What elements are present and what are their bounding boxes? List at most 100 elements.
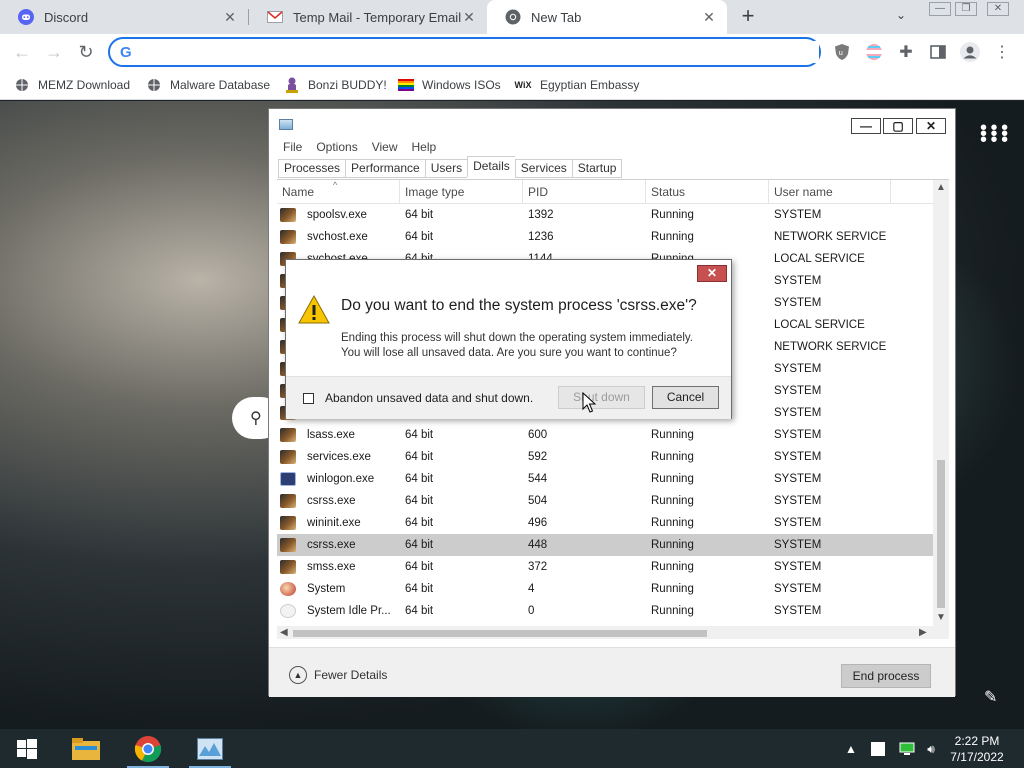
bookmark-bonzi-buddy[interactable]: Bonzi BUDDY! [284, 76, 387, 94]
search-icon: ⚲ [250, 410, 262, 427]
scroll-up-arrow-icon[interactable]: ▲ [936, 182, 946, 193]
dialog-footer: Abandon unsaved data and shut down. Shut… [286, 376, 731, 419]
bookmark-egyptian-embassy[interactable]: WiX Egyptian Embassy [514, 76, 640, 94]
menu-view[interactable]: View [372, 140, 398, 156]
browser-tab-strip: Discord ✕ Temp Mail - Temporary Email ✕ … [0, 0, 1024, 34]
tab-search-chevron-icon[interactable]: ⌄ [896, 8, 906, 22]
shut-down-button[interactable]: Shut down [558, 386, 645, 409]
tab-processes[interactable]: Processes [278, 159, 346, 178]
task-manager-titlebar[interactable]: — ▢ ✕ [269, 109, 955, 139]
restore-window-button[interactable]: ❐ [955, 2, 977, 16]
cell-user-name: SYSTEM [774, 275, 822, 287]
volume-speaker-icon[interactable]: 🔊︎ [922, 740, 940, 758]
cell-image-type: 64 bit [405, 517, 434, 529]
menu-options[interactable]: Options [316, 140, 357, 156]
flag-extension-icon[interactable] [864, 42, 884, 62]
scroll-down-arrow-icon[interactable]: ▼ [936, 612, 946, 623]
vertical-scrollbar[interactable]: ▲ ▼ [933, 180, 949, 626]
scroll-left-arrow-icon[interactable]: ◀ [280, 626, 288, 639]
tab-discord[interactable]: Discord ✕ [0, 0, 248, 34]
chrome-icon [134, 735, 162, 762]
google-apps-grid-icon[interactable]: • • • • • • • • • [980, 118, 1008, 150]
back-arrow-icon[interactable]: ← [10, 41, 34, 63]
reload-icon[interactable]: ↻ [74, 41, 98, 63]
table-row[interactable]: lsass.exe 64 bit 600 Running SYSTEM [277, 424, 933, 446]
tab-close-icon[interactable]: ✕ [701, 9, 717, 26]
ublock-shield-icon[interactable]: u [832, 42, 852, 62]
address-bar[interactable]: G [108, 37, 821, 67]
tab-startup[interactable]: Startup [571, 159, 623, 178]
table-row[interactable]: spoolsv.exe 64 bit 1392 Running SYSTEM [277, 204, 933, 226]
system-clock[interactable]: 2:22 PM 7/17/2022 [942, 733, 1012, 765]
abandon-data-checkbox-label[interactable]: Abandon unsaved data and shut down. [325, 391, 533, 405]
more-menu-icon[interactable]: ⋮ [992, 42, 1012, 62]
column-header-user-name[interactable]: User name [769, 180, 891, 204]
bookmark-windows-isos[interactable]: Windows ISOs [398, 76, 501, 94]
tm-menu-bar: File Options View Help [283, 140, 436, 156]
dialog-close-button[interactable]: ✕ [697, 265, 727, 282]
sort-ascending-icon: ^ [333, 180, 338, 190]
action-center-icon[interactable] [870, 740, 886, 758]
profile-avatar-icon[interactable] [960, 42, 980, 62]
table-row[interactable]: csrss.exe 64 bit 448 Running SYSTEM [277, 534, 933, 556]
tab-details[interactable]: Details [467, 156, 515, 177]
tab-temp-mail[interactable]: Temp Mail - Temporary Email ✕ [249, 0, 487, 34]
table-row[interactable]: System Idle Pr... 64 bit 0 Running SYSTEM [277, 600, 933, 622]
cell-image-type: 64 bit [405, 451, 434, 463]
abandon-data-checkbox[interactable] [303, 393, 314, 404]
scrollbar-thumb[interactable] [937, 460, 945, 608]
dialog-message-line: You will lose all unsaved data. Are you … [341, 347, 677, 359]
menu-help[interactable]: Help [412, 140, 437, 156]
table-row[interactable]: winlogon.exe 64 bit 544 Running SYSTEM [277, 468, 933, 490]
tab-users[interactable]: Users [424, 159, 468, 178]
table-row[interactable]: csrss.exe 64 bit 504 Running SYSTEM [277, 490, 933, 512]
table-row[interactable]: smss.exe 64 bit 372 Running SYSTEM [277, 556, 933, 578]
address-input[interactable] [142, 41, 819, 63]
fewer-details-button[interactable]: ▲ Fewer Details [289, 666, 387, 684]
tab-close-icon[interactable]: ✕ [222, 9, 238, 26]
show-hidden-icons-chevron-icon[interactable]: ▲ [844, 740, 858, 758]
table-row[interactable]: System 64 bit 4 Running SYSTEM [277, 578, 933, 600]
extensions-puzzle-icon[interactable]: ✚ [896, 42, 916, 62]
table-row[interactable]: wininit.exe 64 bit 496 Running SYSTEM [277, 512, 933, 534]
cancel-button[interactable]: Cancel [652, 386, 719, 409]
tm-footer: ▲ Fewer Details End process [269, 647, 955, 697]
cell-pid: 1392 [528, 209, 554, 221]
tm-close-button[interactable]: ✕ [916, 118, 946, 134]
end-process-button[interactable]: End process [841, 664, 931, 688]
scrollbar-thumb[interactable] [293, 630, 707, 637]
column-header-status[interactable]: Status [646, 180, 769, 204]
horizontal-scrollbar[interactable]: ◀ ▶ [277, 626, 949, 639]
column-header-image-type[interactable]: Image type [400, 180, 523, 204]
cell-process-name: services.exe [307, 451, 371, 463]
start-button[interactable] [4, 729, 50, 768]
process-icon [280, 516, 296, 530]
cell-process-name: winlogon.exe [307, 473, 375, 485]
side-panel-icon[interactable] [928, 42, 948, 62]
customize-pencil-icon[interactable]: ✎ [984, 687, 997, 707]
tab-close-icon[interactable]: ✕ [461, 9, 477, 26]
forward-arrow-icon[interactable]: → [42, 41, 66, 63]
bookmark-memz[interactable]: MEMZ Download [14, 76, 130, 94]
tm-minimize-button[interactable]: — [851, 118, 881, 134]
close-window-button[interactable]: ✕ [987, 2, 1009, 16]
task-manager-taskbar-button[interactable] [187, 729, 233, 768]
tab-services[interactable]: Services [514, 159, 572, 178]
chrome-taskbar-button[interactable] [125, 729, 171, 768]
table-row[interactable]: services.exe 64 bit 592 Running SYSTEM [277, 446, 933, 468]
tab-performance[interactable]: Performance [345, 159, 425, 178]
menu-file[interactable]: File [283, 140, 302, 156]
scroll-right-arrow-icon[interactable]: ▶ [919, 626, 927, 639]
column-header-pid[interactable]: PID [523, 180, 646, 204]
column-header-name[interactable]: Name ^ [277, 180, 400, 204]
table-row[interactable]: svchost.exe 64 bit 1236 Running NETWORK SERV… [277, 226, 933, 248]
new-tab-button[interactable]: + [738, 5, 758, 28]
bookmark-malware-database[interactable]: Malware Database [146, 76, 270, 94]
fewer-details-label: Fewer Details [314, 668, 388, 682]
network-icon[interactable] [898, 740, 916, 758]
file-explorer-taskbar-button[interactable] [63, 729, 109, 768]
table-header: Name ^ Image type PID Status User name [277, 180, 933, 204]
tab-new-tab[interactable]: New Tab ✕ [487, 0, 727, 34]
tm-maximize-button[interactable]: ▢ [883, 118, 913, 134]
minimize-window-button[interactable]: — [929, 2, 951, 16]
